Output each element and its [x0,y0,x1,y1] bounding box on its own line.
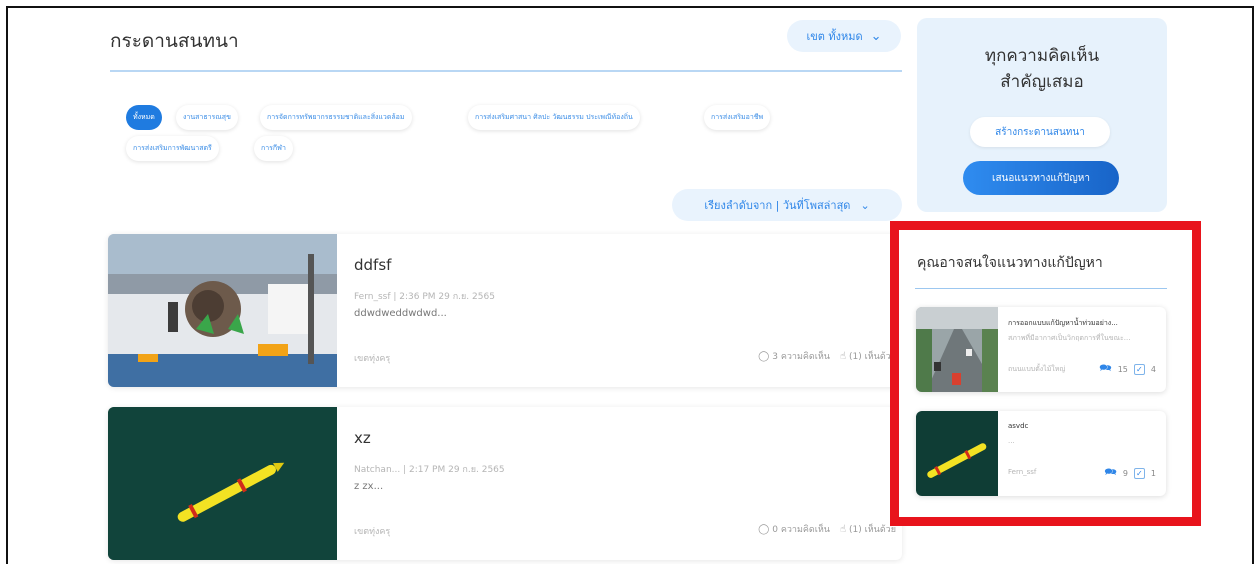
cta-title-line2: สำคัญเสมอ [1000,72,1084,92]
post-meta: Natchan... | 2:17 PM 29 ก.ย. 2565 [354,465,505,475]
tag-women-development[interactable]: การส่งเสริมการพัฒนาสตรี [126,136,219,161]
tag-all[interactable]: ทั้งหมด [126,105,162,130]
post-image [108,407,337,560]
post-meta: Fern_ssf | 2:36 PM 29 ก.ย. 2565 [354,292,495,302]
recommended-item-desc: ... [1008,437,1015,445]
propose-solution-button[interactable]: เสนอแนวทางแก้ปัญหา [963,161,1119,195]
comment-count: 3 ความคิดเห็น [772,352,830,362]
recommended-check-count: 4 [1150,365,1156,374]
recommended-image [916,307,998,392]
agree-count: (1) เห็นด้วย [849,352,896,362]
post-image [108,234,337,387]
recommended-item-stats: 🗪 9 ✓ 1 [1104,465,1156,482]
post-stats: ◯ 3 ความคิดเห็น ☝ (1) เห็นด้วย [758,349,896,363]
tag-public-health[interactable]: งานสาธารณสุข [176,105,238,130]
recommended-comment-count: 9 [1122,469,1128,478]
chat-bubbles-icon: 🗪 [1099,363,1112,374]
post-zone: เขตทุ่งครุ [354,527,391,537]
recommended-check-count: 1 [1150,469,1156,478]
recommended-divider [915,288,1167,289]
comment-icon: ◯ [758,523,770,535]
recommended-item-stats: 🗪 15 ✓ 4 [1099,361,1156,378]
post-card[interactable]: xz Natchan... | 2:17 PM 29 ก.ย. 2565 z z… [108,407,902,560]
tag-environment[interactable]: การจัดการทรัพยากรธรรมชาติและสิ่งแวดล้อม [260,105,412,130]
post-title[interactable]: ddfsf [354,256,391,274]
post-agree[interactable]: ☝ (1) เห็นด้วย [840,349,896,363]
post-zone: เขตทุ่งครุ [354,354,391,364]
create-board-button[interactable]: สร้างกระดานสนทนา [970,117,1110,147]
recommended-image [916,411,998,496]
title-divider [110,70,902,72]
post-excerpt: ddwdweddwdwd... [354,308,447,319]
comment-count: 0 ความคิดเห็น [772,525,830,535]
comment-icon: ◯ [758,350,770,362]
recommended-item-title: asvdc [1008,422,1029,430]
zone-filter-select[interactable]: เขต ทั้งหมด ⌄ [787,20,901,52]
chevron-down-icon: ⌄ [860,198,870,212]
tag-sports[interactable]: การกีฬา [254,136,293,161]
checkbox-icon: ✓ [1133,364,1145,375]
post-title[interactable]: xz [354,429,371,447]
chat-bubbles-icon: 🗪 [1104,467,1117,478]
sort-label: เรียงลำดับจาก | วันที่โพสล่าสุด [704,199,851,212]
cta-title: ทุกความคิดเห็น สำคัญเสมอ [917,43,1167,95]
cta-card: ทุกความคิดเห็น สำคัญเสมอ สร้างกระดานสนทน… [917,18,1167,212]
recommended-item[interactable]: การออกแบบแก้ปัญหาน้ำท่วมอย่าง... สภาพที่… [916,307,1166,392]
post-comments[interactable]: ◯ 0 ความคิดเห็น [758,522,830,536]
post-comments[interactable]: ◯ 3 ความคิดเห็น [758,349,830,363]
checkbox-icon: ✓ [1133,468,1145,479]
recommended-comment-count: 15 [1117,365,1128,374]
post-card[interactable]: ddfsf Fern_ssf | 2:36 PM 29 ก.ย. 2565 dd… [108,234,902,387]
post-excerpt: z zx... [354,481,384,492]
zone-filter-label: เขต ทั้งหมด [806,30,863,43]
page-title: กระดานสนทนา [110,30,239,52]
recommended-solutions-panel: คุณอาจสนใจแนวทางแก้ปัญหา การออกแบบแก้ปัญ… [890,221,1201,526]
post-agree[interactable]: ☝ (1) เห็นด้วย [840,522,896,536]
recommended-item-author: Fern_ssf [1008,468,1037,476]
recommended-item-title: การออกแบบแก้ปัญหาน้ำท่วมอย่าง... [1008,319,1118,327]
cta-title-line1: ทุกความคิดเห็น [984,46,1100,66]
agree-count: (1) เห็นด้วย [849,525,896,535]
recommended-item-desc: สภาพที่มีอากาศเป็นวิกฤตการที่ในขณะ... [1008,334,1131,342]
sort-select[interactable]: เรียงลำดับจาก | วันที่โพสล่าสุด ⌄ [672,189,902,221]
tag-career[interactable]: การส่งเสริมอาชีพ [704,105,771,130]
recommended-item-author: ถนนแบบตั้งไม้ใหญ่ [1008,365,1066,373]
post-stats: ◯ 0 ความคิดเห็น ☝ (1) เห็นด้วย [758,522,896,536]
thumbs-up-icon: ☝ [839,350,847,362]
recommended-title: คุณอาจสนใจแนวทางแก้ปัญหา [917,255,1103,271]
chevron-down-icon: ⌄ [870,28,882,44]
tag-culture[interactable]: การส่งเสริมศาสนา ศิลปะ วัฒนธรรม ประเพณีท… [468,105,640,130]
recommended-item[interactable]: asvdc ... Fern_ssf 🗪 9 ✓ 1 [916,411,1166,496]
thumbs-up-icon: ☝ [839,523,847,535]
